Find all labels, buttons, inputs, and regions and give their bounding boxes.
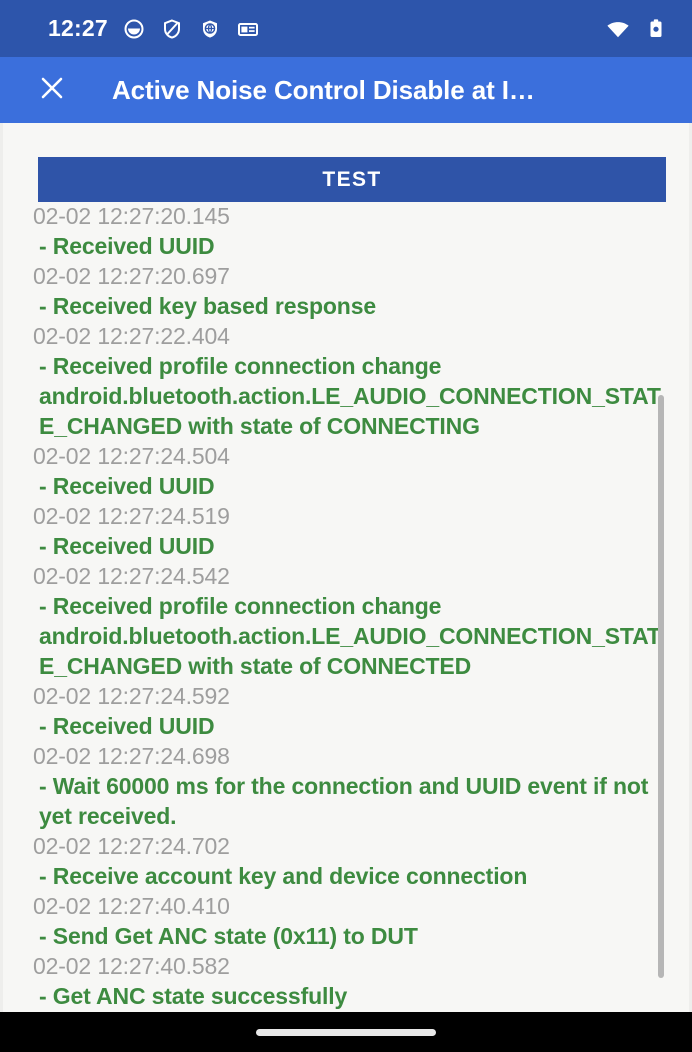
log-timestamp: 02-02 12:27:20.697 (33, 263, 230, 289)
log-message: - Received UUID (39, 713, 215, 739)
log-message: - Receive account key and device connect… (39, 863, 528, 889)
content-area: - Start to pair and wait for paring proc… (0, 123, 692, 1012)
log-message: - Received profile connection change and… (39, 353, 661, 439)
log-timestamp: 02-02 12:27:24.519 (33, 503, 230, 529)
circle-badge-icon (122, 17, 146, 41)
log-timestamp: 02-02 12:27:20.145 (33, 203, 230, 229)
test-button[interactable]: TEST (38, 157, 666, 202)
log-timestamp: 02-02 12:27:24.592 (33, 683, 230, 709)
log-message: - Wait 60000 ms for the connection and U… (39, 773, 649, 829)
log-timestamp: 02-02 12:27:40.410 (33, 893, 230, 919)
log-timestamp: 02-02 12:27:40.582 (33, 953, 230, 979)
close-icon (37, 73, 67, 108)
status-clock: 12:27 (48, 15, 108, 41)
log-timestamp: 02-02 12:27:24.504 (33, 443, 230, 469)
log-timestamp: 02-02 12:27:24.698 (33, 743, 230, 769)
log-message: - Send Get ANC state (0x11) to DUT (39, 923, 418, 949)
shield-slash-icon (160, 17, 184, 41)
page-title: Active Noise Control Disable at I… (112, 74, 535, 105)
app-bar: Active Noise Control Disable at I… (0, 57, 692, 123)
status-bar: 12:27 (0, 0, 692, 57)
shield-globe-icon (198, 17, 222, 41)
log-message: - Received UUID (39, 533, 215, 559)
wifi-icon (606, 17, 630, 41)
log-scroll-view[interactable]: - Start to pair and wait for paring proc… (3, 123, 689, 1012)
gesture-home-pill[interactable] (256, 1028, 436, 1036)
scrollbar-thumb[interactable] (658, 395, 664, 978)
navigation-bar (0, 1012, 692, 1052)
card-window-icon (236, 17, 260, 41)
status-bar-right (606, 17, 668, 41)
status-bar-left: 12:27 (48, 15, 606, 42)
close-button[interactable] (30, 68, 74, 112)
phone-screen: 12:27 Active Noise Control Disable at I…… (0, 0, 692, 1052)
battery-icon (644, 17, 668, 41)
log-timestamp: 02-02 12:27:24.702 (33, 833, 230, 859)
vertical-scrollbar[interactable] (658, 123, 664, 1012)
log-timestamp: 02-02 12:27:22.404 (33, 323, 230, 349)
log-message: - Received UUID (39, 473, 215, 499)
log-list: - Start to pair and wait for paring proc… (33, 171, 671, 1012)
log-message: - Received key based response (39, 293, 376, 319)
log-message: - Get ANC state successfully (39, 983, 348, 1009)
log-message: - Received UUID (39, 233, 215, 259)
log-timestamp: 02-02 12:27:24.542 (33, 563, 230, 589)
log-message: - Received profile connection change and… (39, 593, 661, 679)
